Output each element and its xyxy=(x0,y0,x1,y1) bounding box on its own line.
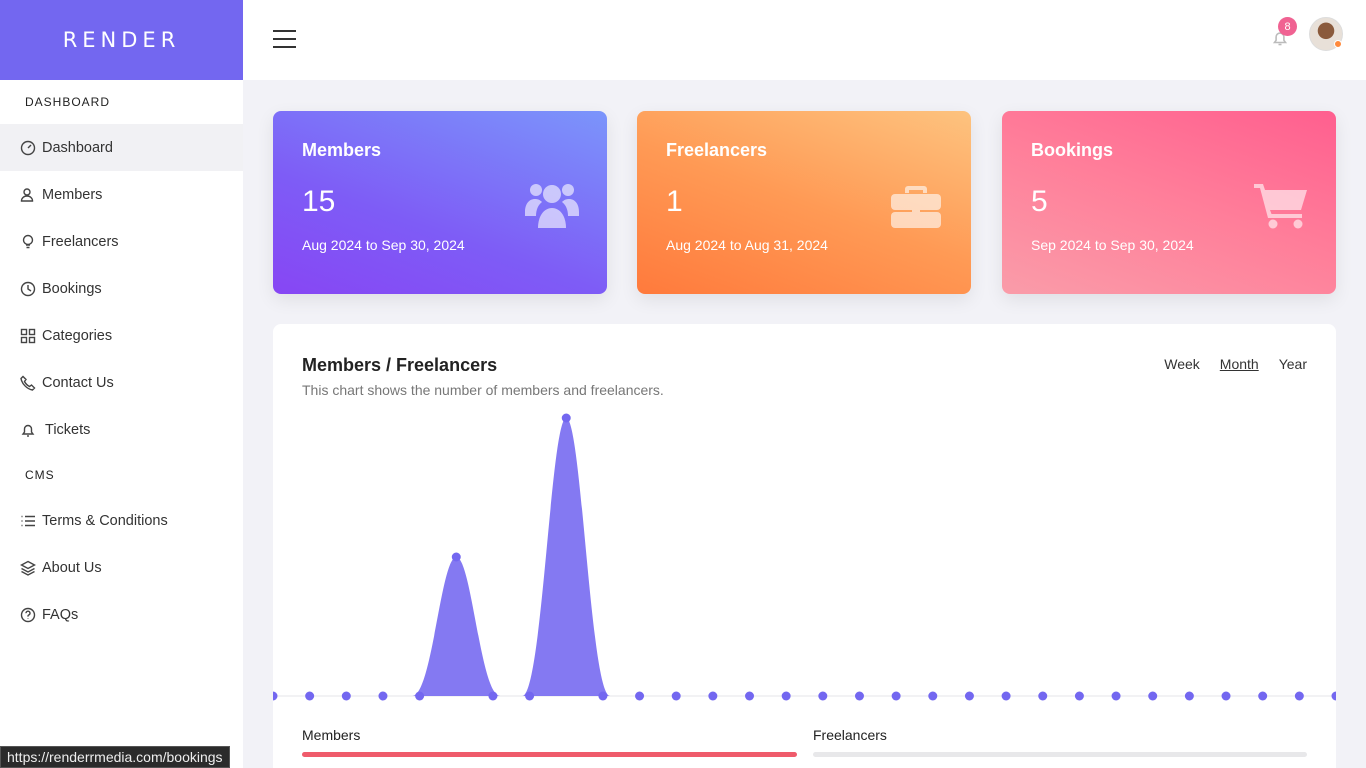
chart-panel: Members / Freelancers This chart shows t… xyxy=(273,324,1336,768)
chart-point xyxy=(598,691,608,701)
chart-point xyxy=(1258,691,1268,701)
hamburger-line xyxy=(273,30,296,32)
list-icon xyxy=(19,512,36,529)
sidebar-item-about-us[interactable]: About Us xyxy=(0,544,243,591)
chart-point xyxy=(1074,691,1084,701)
chart-title: Members / Freelancers xyxy=(302,355,498,375)
hamburger-line xyxy=(273,46,296,48)
speedometer-icon xyxy=(19,139,36,156)
chart-point xyxy=(1111,691,1121,701)
sidebar-item-members[interactable]: Members xyxy=(0,171,243,218)
sidebar-item-contact-us[interactable]: Contact Us xyxy=(0,359,243,406)
freelancers-card[interactable]: Freelancers 1 Aug 2024 to Aug 31, 2024 xyxy=(637,111,971,294)
sidebar-item-terms[interactable]: Terms & Conditions xyxy=(0,497,243,544)
members-progress-bar xyxy=(302,752,797,757)
card-title: Members xyxy=(302,140,382,160)
card-title: Freelancers xyxy=(666,140,768,160)
chart-point xyxy=(341,691,351,701)
card-range: Aug 2024 to Sep 30, 2024 xyxy=(302,237,465,253)
bookings-card[interactable]: Bookings 5 Sep 2024 to Sep 30, 2024 xyxy=(1002,111,1336,294)
chart-point xyxy=(1294,691,1304,701)
sidebar-item-label: Dashboard xyxy=(42,139,113,156)
chart-point xyxy=(928,691,938,701)
members-card[interactable]: Members 15 Aug 2024 to Sep 30, 2024 xyxy=(273,111,607,294)
brand-name: RENDER xyxy=(62,28,181,52)
sidebar-item-label: Bookings xyxy=(42,280,102,297)
legend-members: Members xyxy=(302,727,361,743)
members-area xyxy=(273,418,1336,696)
users-icon xyxy=(525,180,579,230)
sidebar-item-label: About Us xyxy=(42,559,102,576)
chart-point xyxy=(1221,691,1231,701)
notification-badge: 8 xyxy=(1278,17,1297,36)
chart-point xyxy=(305,691,315,701)
sidebar-item-faqs[interactable]: FAQs xyxy=(0,591,243,638)
sidebar-item-label: Categories xyxy=(42,327,113,344)
chart-point xyxy=(1331,691,1336,701)
period-tabs: Week Month Year xyxy=(1164,356,1307,372)
status-dot xyxy=(1334,40,1342,48)
chart-point xyxy=(378,691,388,701)
tab-year[interactable]: Year xyxy=(1279,356,1307,372)
sidebar-section-cms: CMS xyxy=(25,468,55,482)
members-freelancers-chart xyxy=(273,413,1336,701)
sidebar-item-bookings[interactable]: Bookings xyxy=(0,265,243,312)
bell-icon xyxy=(19,421,36,438)
sidebar-item-label: Terms & Conditions xyxy=(42,512,168,529)
grid-icon xyxy=(19,327,36,344)
cart-icon xyxy=(1254,180,1308,230)
chart-point xyxy=(525,691,535,701)
phone-icon xyxy=(19,374,36,391)
chart-point xyxy=(781,691,791,701)
user-icon xyxy=(19,186,36,203)
sidebar-item-label: Tickets xyxy=(45,421,91,438)
chart-subtitle: This chart shows the number of members a… xyxy=(302,382,664,398)
chart-point xyxy=(1001,691,1011,701)
clock-icon xyxy=(19,280,36,297)
chart-point xyxy=(964,691,974,701)
tab-month[interactable]: Month xyxy=(1220,356,1259,372)
chart-point xyxy=(451,552,461,562)
chart-point xyxy=(415,691,425,701)
card-title: Bookings xyxy=(1031,140,1114,160)
chart-point xyxy=(1148,691,1158,701)
brand-logo[interactable]: RENDER xyxy=(0,0,243,80)
sidebar-item-freelancers[interactable]: Freelancers xyxy=(0,218,243,265)
card-range: Aug 2024 to Aug 31, 2024 xyxy=(666,237,828,253)
chart-point xyxy=(745,691,755,701)
chart-point xyxy=(818,691,828,701)
chart-point xyxy=(708,691,718,701)
chart-point xyxy=(561,413,571,423)
tab-week[interactable]: Week xyxy=(1164,356,1200,372)
question-icon xyxy=(19,606,36,623)
chart-point xyxy=(635,691,645,701)
chart-point xyxy=(891,691,901,701)
chart-point xyxy=(273,691,278,701)
chart-point xyxy=(671,691,681,701)
chart-point xyxy=(854,691,864,701)
sidebar: RENDER DASHBOARD Dashboard Members Freel… xyxy=(0,0,243,768)
sidebar-item-label: FAQs xyxy=(42,606,79,623)
sidebar-item-tickets[interactable]: Tickets xyxy=(0,406,243,453)
hamburger-line xyxy=(273,38,296,40)
layers-icon xyxy=(19,559,36,576)
sidebar-item-categories[interactable]: Categories xyxy=(0,312,243,359)
legend-freelancers: Freelancers xyxy=(813,727,887,743)
chart-point xyxy=(1184,691,1194,701)
sidebar-item-label: Freelancers xyxy=(42,233,119,250)
topbar: 8 xyxy=(243,0,1366,80)
briefcase-icon xyxy=(889,180,943,230)
sidebar-item-label: Contact Us xyxy=(42,374,114,391)
card-range: Sep 2024 to Sep 30, 2024 xyxy=(1031,237,1194,253)
chart-point xyxy=(1038,691,1048,701)
menu-toggle-button[interactable] xyxy=(273,30,296,50)
lightbulb-icon xyxy=(19,233,36,250)
sidebar-item-label: Members xyxy=(42,186,103,203)
chart-point xyxy=(488,691,498,701)
status-url: https://renderrmedia.com/bookings xyxy=(0,746,230,768)
freelancers-progress-bar xyxy=(813,752,1307,757)
sidebar-section-dashboard: DASHBOARD xyxy=(25,95,111,109)
sidebar-item-dashboard[interactable]: Dashboard xyxy=(0,124,243,171)
